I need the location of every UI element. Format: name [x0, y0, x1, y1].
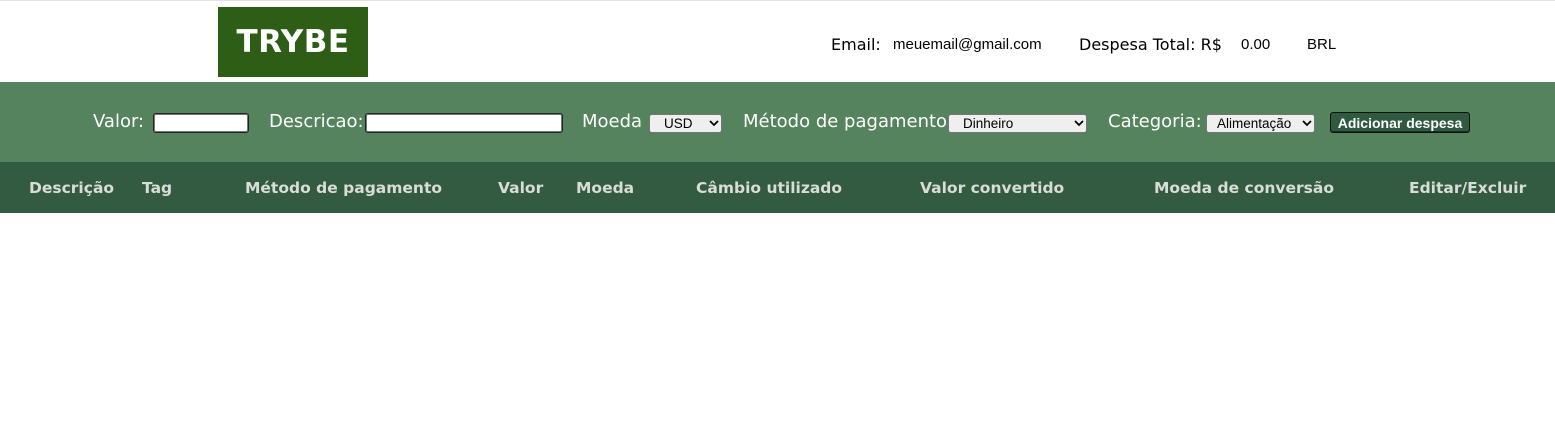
column-header-metodo: Método de pagamento: [245, 179, 443, 197]
header-currency: BRL: [1307, 35, 1337, 53]
app-header: TRYBE Email: meuemail@gmail.com Despesa …: [0, 1, 1555, 82]
add-expense-button[interactable]: Adicionar despesa: [1330, 112, 1470, 133]
valor-input[interactable]: [153, 113, 249, 133]
metodo-select[interactable]: Dinheiro: [948, 114, 1087, 133]
email-label: Email:: [831, 34, 881, 54]
column-header-editar-excluir: Editar/Excluir: [1409, 179, 1527, 197]
categoria-select-value: Alimentação: [1217, 116, 1292, 131]
metodo-label: Método de pagamento:: [743, 111, 954, 132]
valor-label: Valor:: [93, 111, 145, 132]
categoria-label: Categoria:: [1108, 111, 1202, 132]
column-header-valor-convertido: Valor convertido: [920, 179, 1065, 197]
chevron-down-icon: [707, 114, 721, 133]
total-expense-value: 0.00: [1241, 35, 1271, 53]
column-header-descricao: Descrição: [29, 179, 115, 197]
moeda-label: Moeda: [582, 111, 643, 132]
moeda-select-value: USD: [664, 116, 693, 131]
categoria-select[interactable]: Alimentação: [1206, 114, 1315, 133]
chevron-down-icon: [1072, 114, 1086, 133]
column-header-cambio: Câmbio utilizado: [696, 179, 843, 197]
descricao-input[interactable]: [365, 113, 563, 133]
trybe-logo: TRYBE: [218, 7, 368, 77]
total-expense-label: Despesa Total: R$: [1079, 34, 1222, 54]
metodo-select-value: Dinheiro: [963, 116, 1014, 131]
column-header-moeda: Moeda: [576, 179, 635, 197]
expenses-table-header: Descrição Tag Método de pagamento Valor …: [0, 162, 1555, 213]
moeda-select[interactable]: USD: [649, 114, 722, 133]
chevron-down-icon: [1300, 114, 1314, 133]
column-header-tag: Tag: [142, 179, 173, 197]
column-header-valor: Valor: [498, 179, 544, 197]
email-value: meuemail@gmail.com: [893, 35, 1042, 53]
descricao-label: Descricao:: [269, 111, 364, 132]
expense-form: Valor: Descricao: Moeda USD Método de pa…: [0, 82, 1555, 162]
column-header-moeda-conversao: Moeda de conversão: [1154, 179, 1335, 197]
